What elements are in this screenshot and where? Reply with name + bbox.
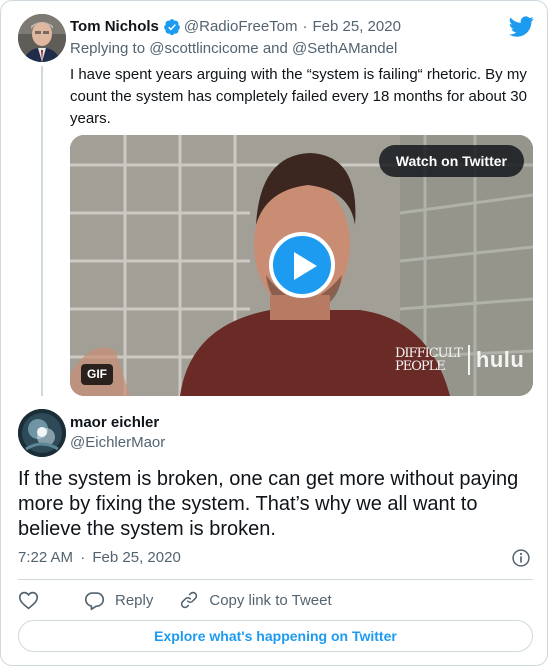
video-watermark: Difficult People hulu (395, 345, 524, 375)
actions-divider (18, 579, 533, 580)
reply-mention-2[interactable]: @SethAMandel (292, 40, 397, 57)
tweet-timestamp[interactable]: 7:22 AM · Feb 25, 2020 (18, 548, 181, 568)
info-icon[interactable] (511, 548, 531, 568)
replying-to-prefix: Replying to (70, 40, 146, 57)
thread-connector-line (41, 66, 43, 396)
watermark-brand-logo: hulu (475, 347, 525, 372)
twitter-bird-icon[interactable] (509, 14, 534, 39)
watch-on-twitter-button[interactable]: Watch on Twitter (378, 145, 524, 177)
parent-author-handle[interactable]: @RadioFreeTom (184, 17, 298, 37)
parent-tweet-header: Tom Nichols @RadioFreeTom · Feb 25, 2020 (70, 17, 401, 37)
watermark-show-line2: People (395, 359, 446, 374)
copy-link-button[interactable]: Copy link to Tweet (179, 590, 332, 610)
speech-bubble-icon (84, 591, 105, 610)
tweet-time: 7:22 AM (18, 549, 74, 566)
main-author-avatar[interactable] (18, 409, 66, 457)
parent-author-name[interactable]: Tom Nichols (70, 17, 159, 37)
copy-link-label: Copy link to Tweet (209, 591, 332, 609)
header-separator: · (302, 18, 308, 35)
reply-button[interactable]: Reply (84, 590, 153, 611)
tweet-actions-bar: Reply Copy link to Tweet (18, 589, 332, 611)
verified-badge-icon (164, 19, 180, 36)
explore-twitter-button[interactable]: Explore what's happening on Twitter (18, 620, 533, 652)
watermark-show-title: Difficult People (395, 347, 463, 374)
gif-badge: GIF (81, 364, 113, 385)
parent-tweet-text: I have spent years arguing with the “sys… (70, 66, 527, 127)
parent-tweet-date[interactable]: Feb 25, 2020 (313, 17, 401, 37)
main-tweet-text: If the system is broken, one can get mor… (18, 468, 519, 540)
reply-mention-1[interactable]: @scottlincicome (149, 40, 258, 57)
replying-to-line: Replying to @scottlincicome and @SethAMa… (70, 39, 397, 59)
reply-label: Reply (115, 591, 154, 609)
timestamp-separator: · (80, 549, 86, 566)
main-author-handle[interactable]: @EichlerMaor (70, 433, 165, 453)
parent-author-avatar[interactable] (18, 14, 66, 62)
link-icon (181, 591, 198, 609)
tweet-embed-card: Tom Nichols @RadioFreeTom · Feb 25, 2020… (0, 0, 548, 666)
main-author-name[interactable]: maor eichler (70, 413, 159, 433)
heart-icon (18, 591, 39, 609)
watermark-separator (467, 345, 470, 375)
play-icon (294, 252, 317, 280)
tweet-video-gif[interactable]: Watch on Twitter GIF Difficult People hu… (70, 135, 533, 396)
replying-and: and (262, 40, 288, 57)
tweet-date: Feb 25, 2020 (92, 549, 181, 566)
like-button[interactable] (18, 590, 49, 611)
play-button[interactable] (269, 232, 335, 298)
